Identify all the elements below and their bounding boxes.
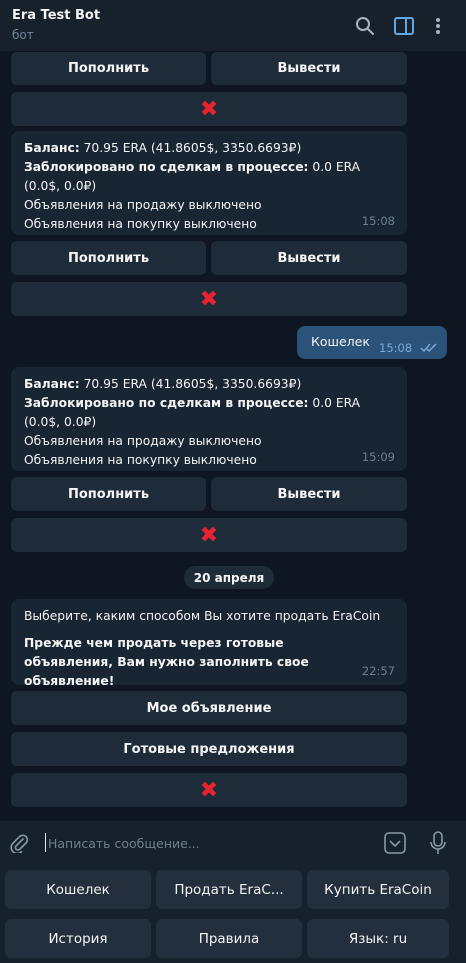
close-button[interactable]: ✖	[11, 92, 407, 126]
close-button[interactable]: ✖	[11, 518, 407, 552]
bot-keyboard-icon[interactable]	[384, 832, 406, 854]
date-separator: 20 апреля	[184, 566, 274, 589]
close-button[interactable]: ✖	[11, 282, 407, 316]
history-button[interactable]: История	[5, 919, 151, 958]
chat-title[interactable]: Era Test Bot	[12, 8, 100, 23]
text-caret	[45, 833, 46, 852]
search-icon[interactable]	[352, 13, 378, 39]
ready-offers-button[interactable]: Готовые предложения	[11, 732, 407, 766]
message-list[interactable]: Пополнить Вывести ✖ Баланс: 70.95 ERA (4…	[0, 52, 466, 820]
rules-button[interactable]: Правила	[156, 919, 302, 958]
close-button[interactable]: ✖	[11, 773, 407, 807]
top-up-button[interactable]: Пополнить	[11, 477, 206, 511]
withdraw-button[interactable]: Вывести	[211, 477, 407, 511]
sidebar-toggle-icon[interactable]	[391, 13, 417, 39]
message-time: 15:08	[361, 214, 395, 228]
sell-ads-status: Объявления на продажу выключено	[24, 434, 262, 448]
message-composer: Написать сообщение...	[0, 820, 466, 864]
balance-label: Баланс:	[24, 141, 80, 155]
more-vertical-icon[interactable]	[425, 13, 451, 39]
bot-message: Выберите, каким способом Вы хотите прода…	[11, 599, 407, 688]
message-time: 15:08	[379, 341, 413, 355]
balance-label: Баланс:	[24, 377, 80, 391]
withdraw-button[interactable]: Вывести	[211, 52, 407, 85]
reply-keyboard: Кошелек Продать EraC... Купить EraCoin И…	[0, 864, 466, 963]
outgoing-text: Кошелек	[311, 334, 370, 349]
balance-value: 70.95 ERA (41.8605$, 3350.6693₽)	[79, 377, 302, 391]
paperclip-icon[interactable]	[9, 833, 29, 853]
bot-message: Баланс: 70.95 ERA (41.8605$, 3350.6693₽)…	[11, 367, 407, 471]
sell-eracoin-button[interactable]: Продать EraC...	[156, 870, 302, 909]
top-up-button[interactable]: Пополнить	[11, 52, 206, 85]
buy-eracoin-button[interactable]: Купить EraCoin	[307, 870, 449, 909]
message-text: Прежде чем продать через готовые объявле…	[24, 636, 309, 688]
top-up-button[interactable]: Пополнить	[11, 241, 206, 275]
message-time: 22:57	[361, 664, 395, 678]
chat-subtitle: бот	[12, 28, 34, 42]
language-button[interactable]: Язык: ru	[307, 919, 449, 958]
buy-ads-status: Объявления на покупку выключено	[24, 217, 257, 231]
my-ad-button[interactable]: Мое объявление	[11, 691, 407, 725]
bot-message: Баланс: 70.95 ERA (41.8605$, 3350.6693₽)…	[11, 131, 407, 235]
chat-header: Era Test Bot бот	[0, 0, 466, 52]
buy-ads-status: Объявления на покупку выключено	[24, 453, 257, 467]
withdraw-button[interactable]: Вывести	[211, 241, 407, 275]
double-check-icon	[420, 343, 437, 353]
balance-value: 70.95 ERA (41.8605$, 3350.6693₽)	[79, 141, 302, 155]
outgoing-message: Кошелек 15:08	[297, 326, 447, 359]
locked-label: Заблокировано по сделкам в процессе:	[24, 160, 309, 174]
wallet-button[interactable]: Кошелек	[5, 870, 151, 909]
message-text: Выберите, каким способом Вы хотите прода…	[24, 609, 381, 623]
locked-label: Заблокировано по сделкам в процессе:	[24, 396, 309, 410]
microphone-icon[interactable]	[429, 831, 447, 855]
sell-ads-status: Объявления на продажу выключено	[24, 198, 262, 212]
message-input[interactable]: Написать сообщение...	[48, 836, 200, 851]
message-time: 15:09	[361, 450, 395, 464]
